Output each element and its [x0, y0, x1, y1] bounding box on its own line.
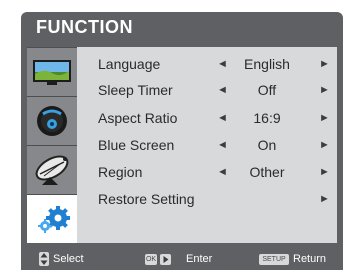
left-arrow-icon[interactable]: ◄: [217, 162, 228, 182]
menu-row-label: Aspect Ratio: [98, 110, 178, 126]
select-hint: Select: [53, 253, 84, 265]
right-arrow-icon[interactable]: ►: [319, 189, 330, 209]
menu-row-value: Off: [257, 82, 277, 98]
gears-icon: [38, 206, 70, 233]
menu-title: FUNCTION: [36, 17, 133, 37]
right-arrow-icon[interactable]: ►: [319, 162, 330, 182]
return-hint: Return: [293, 253, 327, 265]
menu-row-label: Restore Setting: [98, 191, 195, 207]
menu-row-aspect-ratio[interactable]: Aspect Ratio ◄ 16:9 ►: [96, 108, 336, 128]
menu-row-region[interactable]: Region ◄ Other ►: [96, 162, 336, 182]
menu-row-sleep-timer[interactable]: Sleep Timer ◄ Off ►: [96, 80, 336, 100]
menu-row-label: Blue Screen: [98, 137, 175, 153]
setup-key-icon: SETUP: [259, 254, 289, 265]
right-arrow-icon[interactable]: ►: [319, 54, 330, 74]
left-arrow-icon[interactable]: ◄: [217, 135, 228, 155]
menu-row-restore-setting[interactable]: Restore Setting ►: [96, 189, 336, 209]
menu-row-blue-screen[interactable]: Blue Screen ◄ On ►: [96, 135, 336, 155]
left-arrow-icon[interactable]: ◄: [217, 80, 228, 100]
tv-landscape-icon: [33, 60, 71, 85]
speaker-icon: [37, 106, 67, 136]
right-arrow-icon[interactable]: ►: [319, 80, 330, 100]
satellite-dish-icon: [35, 155, 69, 185]
enter-hint: Enter: [186, 253, 213, 265]
menu-row-value: English: [244, 56, 290, 72]
tab-channel[interactable]: [27, 145, 77, 194]
menu-row-value: 16:9: [253, 110, 281, 126]
left-arrow-icon[interactable]: ◄: [217, 54, 228, 74]
menu-row-label: Language: [98, 56, 161, 72]
tab-sound[interactable]: [27, 96, 77, 145]
menu-row-language[interactable]: Language ◄ English ►: [96, 54, 336, 74]
menu-row-label: Region: [98, 164, 143, 180]
right-arrow-icon[interactable]: ►: [319, 135, 330, 155]
ok-key-icon: OK: [145, 254, 157, 265]
tab-function[interactable]: [27, 194, 81, 243]
updown-key-icon: [39, 252, 49, 266]
left-arrow-icon[interactable]: ◄: [217, 108, 228, 128]
footer-hints: Select OK Enter SETUP Return: [21, 248, 343, 270]
menu-row-value: Other: [249, 164, 285, 180]
tab-picture[interactable]: [27, 47, 77, 96]
menu-row-label: Sleep Timer: [98, 82, 173, 98]
right-arrow-icon[interactable]: ►: [319, 108, 330, 128]
right-key-icon: [160, 254, 171, 265]
menu-row-value: On: [257, 137, 277, 153]
